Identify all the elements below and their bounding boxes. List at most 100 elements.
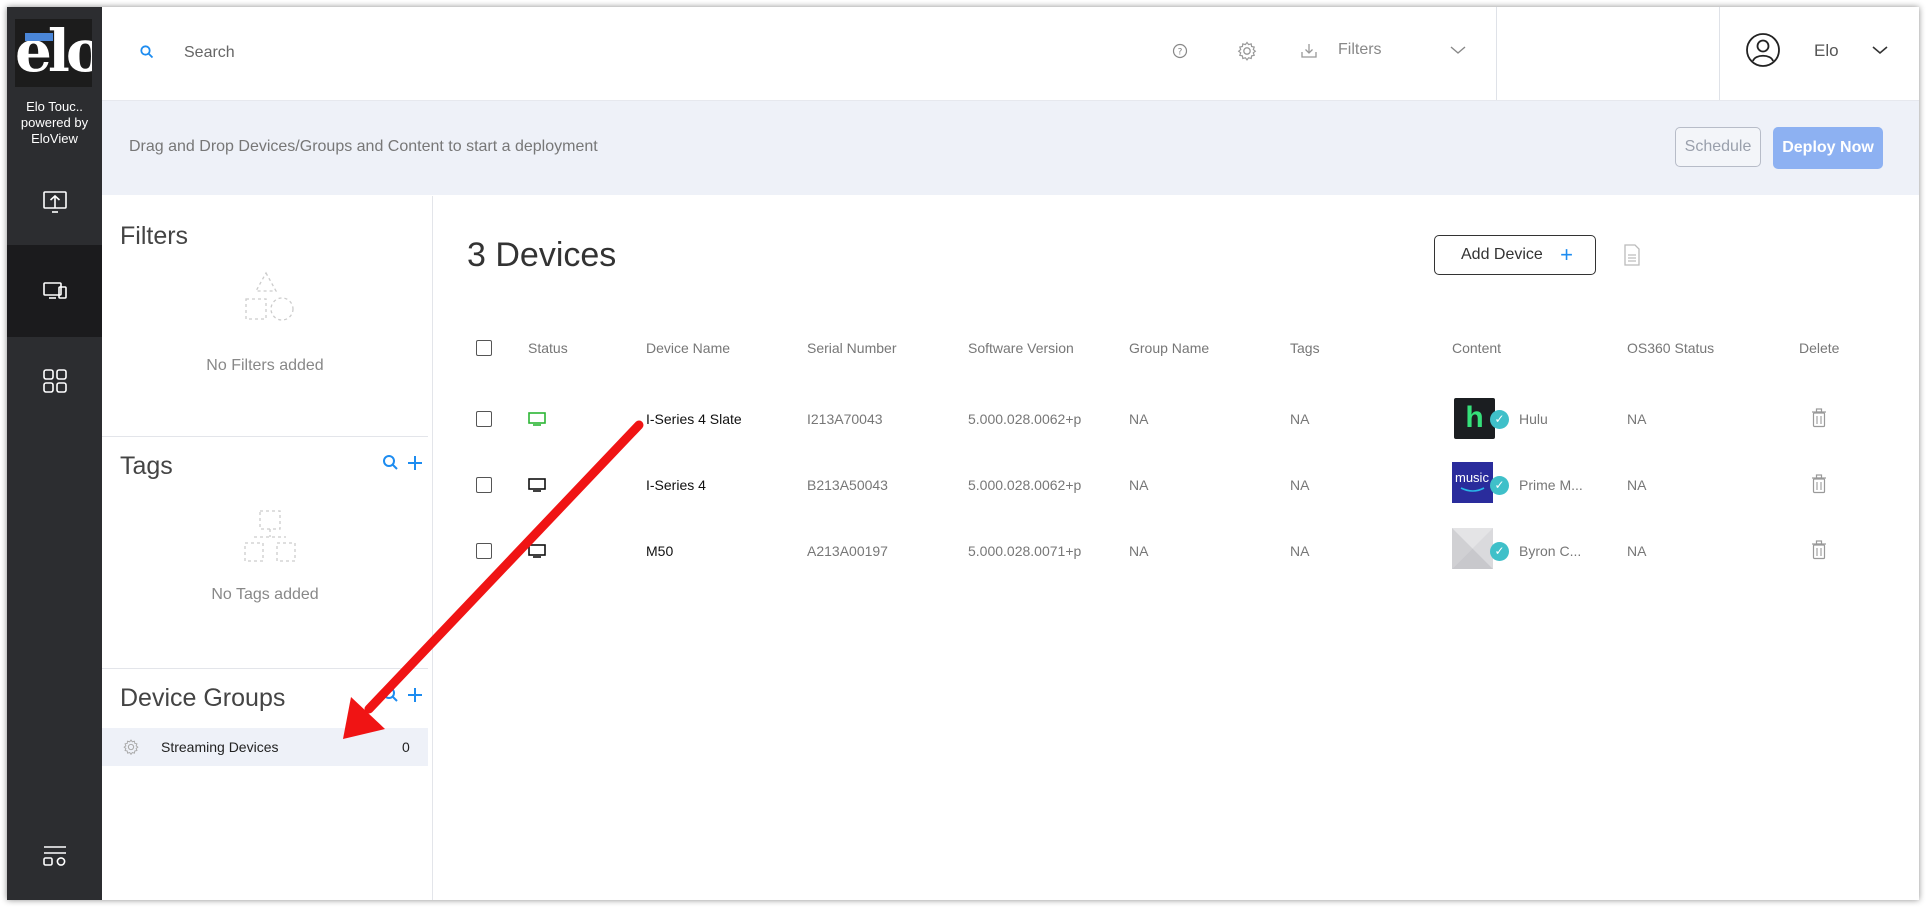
content-name: Hulu — [1519, 411, 1548, 427]
filters-empty-text: No Filters added — [206, 357, 324, 374]
gear-icon[interactable] — [1236, 40, 1258, 62]
search-icon[interactable] — [140, 45, 154, 59]
panel-separator — [102, 436, 428, 437]
add-device-label: Add Device — [1461, 246, 1543, 263]
tags: NA — [1290, 411, 1310, 427]
sidebar-item-devices[interactable] — [7, 245, 102, 337]
device-groups-title: Device Groups — [120, 684, 286, 712]
schedule-button[interactable]: Schedule — [1675, 127, 1761, 167]
group-name: Streaming Devices — [161, 739, 279, 755]
sidebar-item-apps[interactable] — [7, 335, 102, 427]
header-divider — [1719, 7, 1720, 100]
filters-empty-icon — [245, 271, 294, 321]
elo-logo: elo — [15, 19, 92, 87]
download-icon[interactable] — [1300, 42, 1318, 60]
row-checkbox[interactable] — [476, 477, 492, 493]
sidebar: elo Elo Touc.. powered by EloView — [7, 7, 102, 900]
filters-dropdown-label[interactable]: Filters — [1338, 41, 1382, 59]
user-name[interactable]: Elo — [1814, 41, 1839, 61]
delete-trash-icon[interactable] — [1811, 474, 1827, 494]
serial-number: I213A70043 — [807, 411, 883, 427]
deploy-now-button[interactable]: Deploy Now — [1773, 127, 1883, 169]
device-name[interactable]: I-Series 4 — [646, 477, 706, 493]
content-thumbnail-music: music — [1452, 462, 1493, 503]
tags-empty-text: No Tags added — [211, 586, 319, 603]
user-menu-chevron-icon[interactable] — [1872, 45, 1888, 55]
hulu-logo-text: h — [1465, 401, 1484, 434]
column-header-tags[interactable]: Tags — [1290, 340, 1320, 356]
panel-separator — [102, 668, 428, 669]
serial-number: B213A50043 — [807, 477, 888, 493]
row-checkbox[interactable] — [476, 411, 492, 427]
group-name: NA — [1129, 543, 1149, 559]
tags-empty-icon — [244, 510, 296, 562]
user-avatar-icon[interactable] — [1744, 31, 1782, 69]
tags-search-add-icons[interactable] — [382, 454, 424, 474]
deploy-hint: Drag and Drop Devices/Groups and Content… — [129, 138, 598, 155]
sidebar-item-content[interactable] — [7, 156, 102, 248]
upload-screen-icon — [42, 191, 67, 213]
group-name: NA — [1129, 411, 1149, 427]
row-checkbox[interactable] — [476, 543, 492, 559]
group-device-count: 0 — [402, 739, 410, 755]
os360-status: NA — [1627, 477, 1647, 493]
delete-trash-icon[interactable] — [1811, 408, 1827, 428]
music-logo-text: music — [1455, 470, 1489, 485]
device-status-offline-icon — [528, 544, 546, 558]
select-all-checkbox[interactable] — [476, 340, 492, 356]
plus-icon: + — [1560, 242, 1573, 267]
org-name-line2: powered by — [20, 115, 89, 130]
os360-status: NA — [1627, 543, 1647, 559]
menu-settings-icon — [42, 846, 66, 866]
tags: NA — [1290, 477, 1310, 493]
header-divider — [1496, 7, 1497, 100]
groups-search-add-icons[interactable] — [382, 686, 424, 706]
group-name: NA — [1129, 477, 1149, 493]
content-deployed-check-icon: ✓ — [1490, 542, 1509, 561]
search-input[interactable] — [182, 43, 686, 63]
svg-text:?: ? — [1178, 48, 1183, 58]
export-document-icon[interactable] — [1623, 244, 1641, 266]
page-title: 3 Devices — [467, 236, 617, 274]
amazon-smile-icon — [1460, 487, 1485, 492]
app-window: elo Elo Touc.. powered by EloView Search… — [7, 7, 1919, 900]
delete-trash-icon[interactable] — [1811, 540, 1827, 560]
tags: NA — [1290, 543, 1310, 559]
content-deployed-check-icon: ✓ — [1490, 410, 1509, 429]
device-name[interactable]: M50 — [646, 543, 673, 559]
org-name-line3: EloView — [31, 131, 78, 146]
content-name: Byron C... — [1519, 543, 1582, 559]
os360-status: NA — [1627, 411, 1647, 427]
logo-accent-bar — [25, 33, 53, 41]
sidebar-item-settings[interactable] — [7, 825, 102, 885]
column-header-os360-status[interactable]: OS360 Status — [1627, 340, 1714, 356]
devices-main: 3 Devices Add Device + Status Device Nam… — [433, 196, 1919, 900]
chevron-down-icon[interactable] — [1450, 45, 1466, 55]
column-header-software-version[interactable]: Software Version — [968, 340, 1074, 356]
devices-icon — [42, 282, 67, 299]
apps-grid-icon — [42, 369, 67, 393]
content-thumbnail-placeholder — [1452, 528, 1493, 569]
column-header-content[interactable]: Content — [1452, 340, 1501, 356]
column-header-delete: Delete — [1799, 340, 1840, 356]
org-name-line1: Elo Touc.. — [26, 99, 83, 114]
device-name[interactable]: I-Series 4 Slate — [646, 411, 742, 427]
column-header-group-name[interactable]: Group Name — [1129, 340, 1209, 356]
software-version: 5.000.028.0062+p — [968, 477, 1082, 493]
device-group-row[interactable]: Streaming Devices 0 — [102, 728, 428, 766]
content-name: Prime M... — [1519, 477, 1583, 493]
column-header-status[interactable]: Status — [528, 340, 568, 356]
software-version: 5.000.028.0062+p — [968, 411, 1082, 427]
help-icon[interactable]: ? — [1172, 43, 1188, 59]
device-status-online-icon — [528, 412, 546, 426]
group-settings-icon[interactable] — [122, 738, 140, 756]
deployment-bar: Drag and Drop Devices/Groups and Content… — [102, 101, 1919, 195]
filters-title: Filters — [120, 222, 189, 250]
content-thumbnail-hulu: h — [1454, 398, 1495, 439]
tags-title: Tags — [120, 452, 173, 480]
content-deployed-check-icon: ✓ — [1490, 476, 1509, 495]
add-device-button[interactable]: Add Device + — [1434, 235, 1596, 275]
logo-text: elo — [15, 19, 92, 85]
column-header-device-name[interactable]: Device Name — [646, 340, 730, 356]
column-header-serial-number[interactable]: Serial Number — [807, 340, 896, 356]
